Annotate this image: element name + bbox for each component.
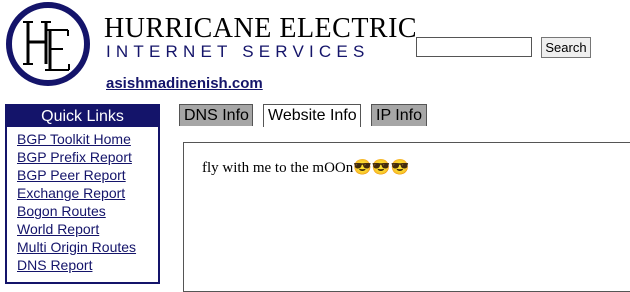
website-info-text: fly with me to the mOOn😎😎😎 <box>202 160 410 176</box>
quick-link-bgp-peer-report[interactable]: BGP Peer Report <box>17 167 126 183</box>
search-input[interactable] <box>416 37 532 57</box>
quick-link-dns-report[interactable]: DNS Report <box>17 257 92 273</box>
tab-dns-info[interactable]: DNS Info <box>179 104 253 126</box>
hurricane-electric-logo[interactable] <box>6 2 90 86</box>
quick-link-exchange-report[interactable]: Exchange Report <box>17 185 125 201</box>
tab-ip-info[interactable]: IP Info <box>371 104 427 126</box>
quick-link-multi-origin-routes[interactable]: Multi Origin Routes <box>17 239 136 255</box>
quick-link-bgp-toolkit-home[interactable]: BGP Toolkit Home <box>17 131 131 147</box>
search-button[interactable]: Search <box>541 37 591 58</box>
tab-website-info[interactable]: Website Info <box>263 104 361 127</box>
logo-monogram-icon <box>23 21 70 71</box>
quick-links-title: Quick Links <box>7 106 158 127</box>
brand-name: HURRICANE ELECTRIC <box>104 13 418 44</box>
quick-link-world-report[interactable]: World Report <box>17 221 99 237</box>
domain-link[interactable]: asishmadinenish.com <box>106 75 263 92</box>
quick-link-bgp-prefix-report[interactable]: BGP Prefix Report <box>17 149 132 165</box>
brand-tagline: INTERNET SERVICES <box>106 42 370 61</box>
quick-link-bogon-routes[interactable]: Bogon Routes <box>17 203 106 219</box>
quick-links-panel: Quick Links BGP Toolkit Home BGP Prefix … <box>5 104 160 284</box>
website-info-panel: fly with me to the mOOn😎😎😎 <box>183 142 630 292</box>
